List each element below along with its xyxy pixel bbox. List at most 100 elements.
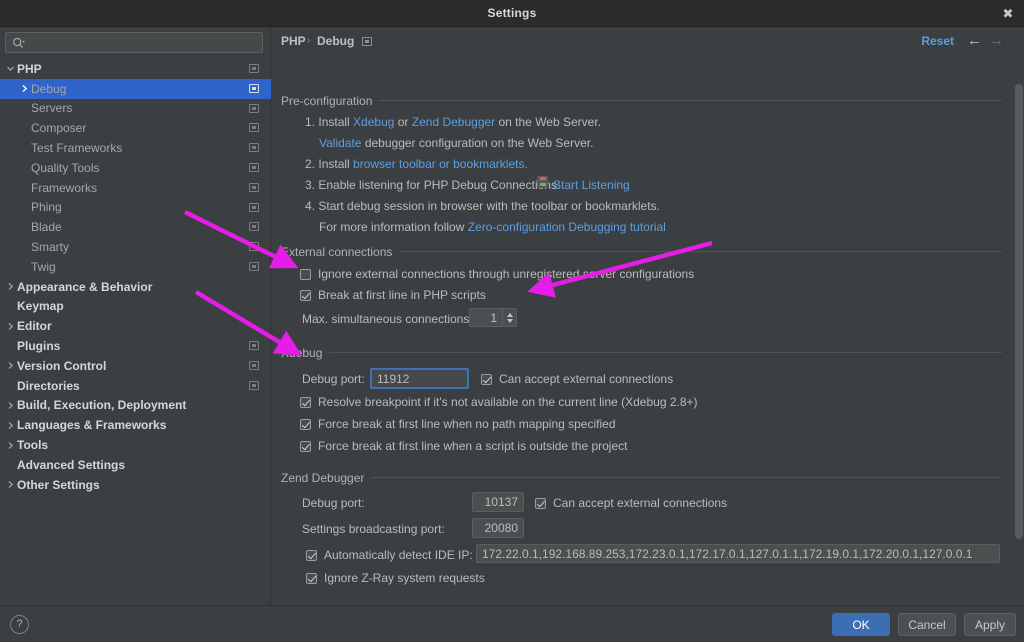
cancel-button[interactable]: Cancel [898,613,956,636]
xdebug-link[interactable]: Xdebug [353,115,394,129]
xdebug-resolve-breakpoint-checkbox[interactable]: Resolve breakpoint if it's not available… [300,395,698,409]
sidebar-item-version-control[interactable]: Version Control [0,356,271,376]
sidebar-item-advanced-settings[interactable]: Advanced Settings [0,455,271,475]
breadcrumb-leaf[interactable]: Debug [317,34,354,48]
content-scrollbar[interactable] [1014,55,1024,605]
sidebar-item-php[interactable]: PHP [0,59,271,79]
settings-scope-icon[interactable] [249,183,259,192]
ok-button[interactable]: OK [832,613,890,636]
checkbox-box[interactable] [481,374,492,385]
sidebar-item-plugins[interactable]: Plugins [0,336,271,356]
reset-button[interactable]: Reset [921,34,954,48]
zend-ip-list-input[interactable]: 172.22.0.1,192.168.89.253,172.23.0.1,172… [476,544,1000,563]
sidebar-item-frameworks[interactable]: Frameworks [0,178,271,198]
sidebar-item-composer[interactable]: Composer [0,118,271,138]
sidebar-item-blade[interactable]: Blade [0,217,271,237]
settings-scope-icon[interactable] [249,143,259,152]
settings-scope-icon[interactable] [249,341,259,350]
chevron-right-icon[interactable] [4,282,17,291]
zend-autodetect-ip-checkbox[interactable]: Automatically detect IDE IP: [306,548,473,562]
chevron-right-icon[interactable] [4,480,17,489]
checkbox-box[interactable] [300,269,311,280]
settings-scope-icon[interactable] [249,242,259,251]
sidebar-item-smarty[interactable]: Smarty [0,237,271,257]
zend-broadcast-input[interactable]: 20080 [472,518,524,538]
xdebug-port-input[interactable]: 11912 [370,368,469,389]
chevron-right-icon[interactable] [18,84,31,93]
checkbox-box[interactable] [300,290,311,301]
settings-tree[interactable]: PHPDebugServersComposerTest FrameworksQu… [0,59,271,605]
settings-scope-icon[interactable] [249,203,259,212]
sidebar-item-test-frameworks[interactable]: Test Frameworks [0,138,271,158]
apply-button[interactable]: Apply [964,613,1016,636]
forward-arrow-icon[interactable]: → [989,32,1004,49]
help-button[interactable]: ? [10,615,29,634]
section-xdebug: Xdebug [272,345,1012,360]
zero-config-tutorial-link[interactable]: Zero-configuration Debugging tutorial [468,220,666,234]
sidebar-item-twig[interactable]: Twig [0,257,271,277]
sidebar-item-appearance-behavior[interactable]: Appearance & Behavior [0,277,271,297]
settings-scope-icon[interactable] [249,64,259,73]
xdebug-force-break-outside-checkbox[interactable]: Force break at first line when a script … [300,439,627,453]
checkbox-box[interactable] [306,573,317,584]
chevron-right-icon[interactable] [4,401,17,410]
checkbox-box[interactable] [300,441,311,452]
checkbox-box[interactable] [535,498,546,509]
checkbox-box[interactable] [306,550,317,561]
step-text: Start debug session in browser with the … [318,199,660,213]
sidebar-item-servers[interactable]: Servers [0,99,271,119]
sidebar-item-keymap[interactable]: Keymap [0,297,271,317]
breadcrumb-separator: › [307,35,310,46]
chevron-right-icon[interactable] [4,322,17,331]
sidebar-item-tools[interactable]: Tools [0,435,271,455]
checkbox-box[interactable] [300,397,311,408]
close-icon[interactable]: ✖ [998,4,1018,24]
break-first-line-checkbox[interactable]: Break at first line in PHP scripts [300,288,486,302]
sidebar-item-build-execution-deployment[interactable]: Build, Execution, Deployment [0,396,271,416]
stepper-up-icon[interactable] [507,313,513,317]
validate-link[interactable]: Validate [319,136,361,150]
zend-accept-external-checkbox[interactable]: Can accept external connections [535,496,727,510]
sidebar-item-phing[interactable]: Phing [0,198,271,218]
stepper-buttons[interactable] [502,309,516,326]
stepper-down-icon[interactable] [507,319,513,323]
zend-port-input[interactable]: 10137 [472,492,524,512]
sidebar-item-debug[interactable]: Debug [0,79,271,99]
chevron-down-icon[interactable] [4,64,17,73]
settings-scope-icon[interactable] [249,361,259,370]
sidebar-item-directories[interactable]: Directories [0,376,271,396]
chevron-right-icon[interactable] [4,441,17,450]
zend-debugger-link[interactable]: Zend Debugger [412,115,495,129]
browser-toolbar-link[interactable]: browser toolbar or bookmarklets. [353,157,528,171]
start-listening-link[interactable]: Start Listening [553,178,630,192]
sidebar-item-editor[interactable]: Editor [0,316,271,336]
settings-scope-icon[interactable] [249,222,259,231]
xdebug-accept-external-checkbox[interactable]: Can accept external connections [481,372,673,386]
sidebar-item-quality-tools[interactable]: Quality Tools [0,158,271,178]
xdebug-force-break-no-path-checkbox[interactable]: Force break at first line when no path m… [300,417,616,431]
settings-scope-icon[interactable] [249,262,259,271]
sidebar-item-languages-frameworks[interactable]: Languages & Frameworks [0,415,271,435]
breadcrumb-root[interactable]: PHP [281,34,306,48]
sidebar-item-label: Other Settings [17,478,100,492]
back-arrow-icon[interactable]: ← [967,32,982,49]
settings-scope-icon[interactable] [249,163,259,172]
step-number: 3. [305,178,315,192]
chevron-right-icon[interactable] [4,421,17,430]
xdebug-port-label: Debug port: [302,372,365,386]
scrollbar-thumb[interactable] [1015,84,1023,539]
settings-scope-icon[interactable] [249,104,259,113]
settings-scope-icon[interactable] [249,381,259,390]
ignore-external-connections-checkbox[interactable]: Ignore external connections through unre… [300,267,694,281]
step-number: 4. [305,199,315,213]
settings-scope-icon[interactable] [362,37,372,46]
checkbox-box[interactable] [300,419,311,430]
settings-search[interactable] [5,32,263,53]
zend-ignore-zray-checkbox[interactable]: Ignore Z-Ray system requests [306,571,485,585]
chevron-right-icon[interactable] [4,361,17,370]
settings-scope-icon[interactable] [249,84,259,93]
max-connections-stepper[interactable]: 1 [469,308,517,327]
settings-scope-icon[interactable] [249,123,259,132]
search-input[interactable] [30,33,258,52]
sidebar-item-other-settings[interactable]: Other Settings [0,475,271,495]
